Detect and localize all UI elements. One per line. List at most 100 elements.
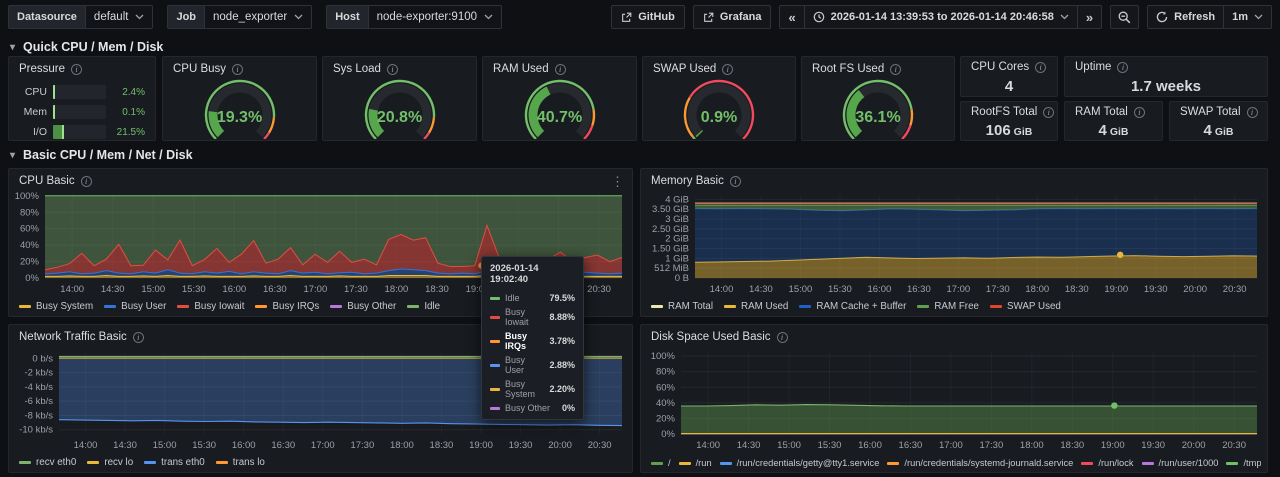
toolbar: Datasource default Job node_exporter Hos… (0, 0, 1280, 34)
svg-text:17:00: 17:00 (311, 440, 335, 451)
sys-load-gauge-panel: Sys Loadi 20.8% (322, 56, 477, 141)
zoom-out-button[interactable] (1110, 5, 1139, 29)
legend-item[interactable]: SWAP Used (990, 301, 1061, 312)
svg-text:18:30: 18:30 (430, 440, 454, 451)
legend-swatch (990, 305, 1002, 308)
legend-swatch (19, 305, 31, 308)
svg-text:16:00: 16:00 (867, 284, 891, 295)
legend-item[interactable]: Busy Iowait (177, 301, 244, 312)
svg-text:18:30: 18:30 (1065, 284, 1089, 295)
tooltip-series-swatch (490, 364, 500, 367)
legend-item[interactable]: / (651, 458, 671, 468)
svg-text:16:30: 16:30 (271, 440, 295, 451)
legend-item[interactable]: trans lo (216, 457, 265, 468)
job-value-dropdown[interactable]: node_exporter (204, 5, 312, 29)
legend-swatch (407, 305, 419, 308)
svg-text:20%: 20% (656, 413, 676, 424)
legend-item[interactable]: RAM Free (917, 301, 979, 312)
legend-item[interactable]: /run/lock (1081, 458, 1133, 468)
svg-text:1.50 GiB: 1.50 GiB (652, 243, 689, 254)
network-traffic-legend: recv eth0 recv lo trans eth0 trans lo (19, 457, 626, 468)
legend-item[interactable]: Busy User (104, 301, 166, 312)
legend-item[interactable]: RAM Total (651, 301, 713, 312)
time-shift-forward-button[interactable]: » (1077, 6, 1101, 28)
refresh-button[interactable]: Refresh (1148, 6, 1223, 28)
legend-item[interactable]: /run/user/1000 (1142, 458, 1219, 468)
legend-swatch (177, 305, 189, 308)
job-label: Job (167, 5, 204, 29)
legend-item[interactable]: recv eth0 (19, 457, 76, 468)
legend-item[interactable]: /tmp (1226, 458, 1261, 468)
section-basic-cpu-mem-net-disk[interactable]: ▾ Basic CPU / Mem / Net / Disk (10, 148, 193, 162)
tooltip-series-label: Busy System (505, 379, 544, 399)
chevron-down-icon (135, 14, 144, 20)
panel-title: Sys Load (333, 63, 381, 75)
legend-label: /run/credentials/systemd-journald.servic… (904, 458, 1073, 468)
legend-label: recv lo (104, 457, 133, 468)
svg-text:15:30: 15:30 (818, 440, 842, 451)
legend-label: Busy Other (347, 301, 396, 312)
section-quick-cpu-mem-disk[interactable]: ▾ Quick CPU / Mem / Disk (10, 40, 163, 54)
info-icon[interactable]: i (555, 64, 566, 75)
legend-item[interactable]: /run/credentials/systemd-journald.servic… (887, 458, 1073, 468)
info-icon[interactable]: i (71, 64, 82, 75)
refresh-interval-dropdown[interactable]: 1m (1223, 6, 1271, 28)
swap-used-gauge (669, 77, 769, 139)
info-icon[interactable]: i (890, 64, 901, 75)
info-icon[interactable]: i (387, 64, 398, 75)
host-value-dropdown[interactable]: node-exporter:9100 (368, 5, 502, 29)
ram-used-gauge-panel: RAM Usedi 40.7% (482, 56, 637, 141)
info-icon[interactable]: i (232, 64, 243, 75)
legend-item[interactable]: recv lo (87, 457, 133, 468)
legend-item[interactable]: RAM Cache + Buffer (799, 301, 906, 312)
svg-text:512 MiB: 512 MiB (654, 263, 689, 274)
legend-item[interactable]: /run/credentials/getty@tty1.service (720, 458, 880, 468)
panel-title: CPU Cores (971, 61, 1029, 73)
svg-text:-6 kb/s: -6 kb/s (24, 396, 53, 407)
legend-item[interactable]: Busy IRQs (255, 301, 319, 312)
tooltip-series-label: Idle (505, 293, 544, 303)
tooltip-rows: Idle79.5%Busy Iowait8.88%Busy IRQs3.78%B… (482, 291, 583, 415)
svg-text:20:30: 20:30 (1222, 440, 1246, 451)
section-title: Basic CPU / Mem / Net / Disk (23, 148, 193, 162)
info-icon[interactable]: i (1117, 62, 1128, 73)
svg-text:20:00: 20:00 (1183, 284, 1207, 295)
stat-value: 106GiB (961, 122, 1057, 139)
info-icon[interactable]: i (1247, 107, 1258, 118)
disk-space-chart[interactable]: 0%20%40%60%80%100%14:0014:3015:0015:3016… (641, 325, 1267, 472)
pressure-bar-track (53, 105, 106, 119)
external-link-icon (703, 12, 714, 23)
memory-basic-chart[interactable]: 0 B512 MiB1 GiB1.50 GiB2 GiB2.50 GiB3 Gi… (641, 169, 1267, 316)
info-icon[interactable]: i (722, 64, 733, 75)
memory-basic-legend: RAM Total RAM Used RAM Cache + Buffer RAM F… (651, 301, 1261, 312)
svg-text:20:30: 20:30 (588, 440, 612, 451)
grafana-link-button[interactable]: Grafana (693, 5, 772, 29)
info-icon[interactable]: i (1035, 62, 1046, 73)
legend-swatch (724, 305, 736, 308)
legend-item[interactable]: Busy System (19, 301, 93, 312)
panel-title: SWAP Used (653, 63, 716, 75)
svg-text:15:00: 15:00 (141, 284, 165, 295)
svg-text:20%: 20% (20, 257, 40, 268)
info-icon[interactable]: i (1043, 107, 1054, 118)
tooltip-series-value: 2.88% (549, 360, 575, 370)
legend-item[interactable]: trans eth0 (144, 457, 205, 468)
legend-swatch (651, 462, 663, 465)
tooltip-series-swatch (490, 388, 500, 391)
disk-space-used-basic-panel: Disk Space Used Basici 0%20%40%60%80%100… (640, 324, 1268, 473)
legend-item[interactable]: RAM Used (724, 301, 788, 312)
svg-text:16:30: 16:30 (899, 440, 923, 451)
legend-item[interactable]: Idle (407, 301, 440, 312)
time-shift-back-button[interactable]: « (780, 6, 803, 28)
pressure-bar-fill (53, 105, 55, 119)
github-link-button[interactable]: GitHub (611, 5, 685, 29)
external-link-icon (621, 12, 632, 23)
info-icon[interactable]: i (1134, 107, 1145, 118)
legend-label: /run/credentials/getty@tty1.service (737, 458, 880, 468)
pressure-row-value: 2.4% (112, 87, 145, 98)
pressure-row-value: 21.5% (112, 127, 145, 138)
time-range-picker[interactable]: 2026-01-14 13:39:53 to 2026-01-14 20:46:… (804, 6, 1077, 28)
legend-item[interactable]: /run (679, 458, 712, 468)
legend-item[interactable]: Busy Other (330, 301, 396, 312)
datasource-value-dropdown[interactable]: default (85, 5, 154, 29)
